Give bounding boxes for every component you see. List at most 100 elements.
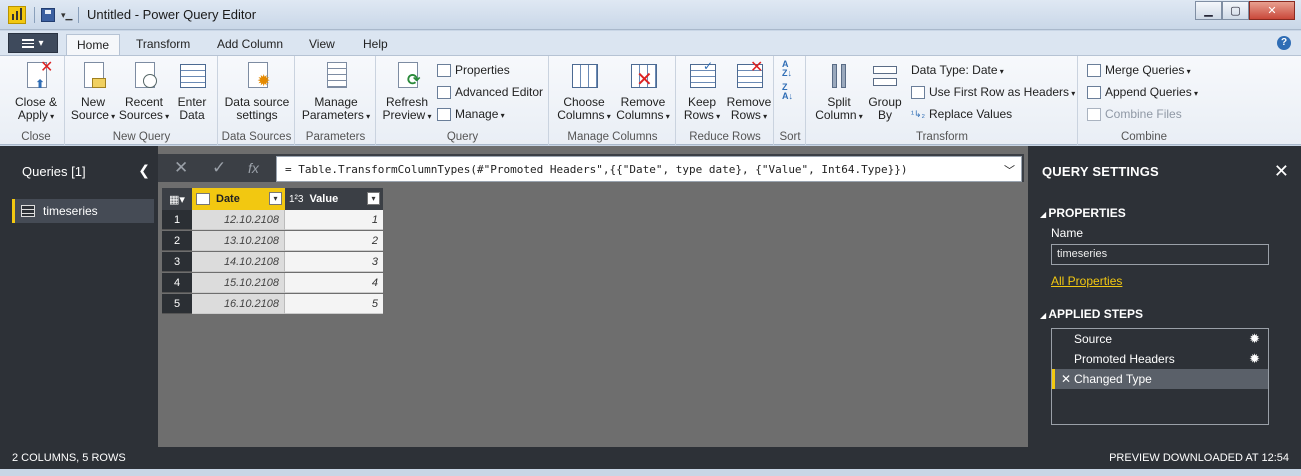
group-label-query: Query [446, 131, 479, 143]
tab-add-column[interactable]: Add Column [207, 34, 293, 55]
column-header-value[interactable]: 1²3 Value ▾ [285, 188, 383, 210]
save-icon[interactable] [41, 8, 55, 22]
applied-steps-list: Source ✹ Promoted Headers ✹ ✕ Changed Ty… [1051, 328, 1269, 425]
name-label: Name [1051, 226, 1084, 240]
new-source-button[interactable]: New Source [70, 60, 116, 123]
step-settings-icon[interactable]: ✹ [1249, 349, 1260, 369]
group-combine: Merge Queries Append Queries Combine Fil… [1079, 56, 1209, 145]
formula-input[interactable]: = Table.TransformColumnTypes(#"Promoted … [276, 156, 1022, 182]
tab-home[interactable]: Home [66, 34, 121, 55]
combine-files-button[interactable]: Combine Files [1087, 105, 1182, 123]
row-number[interactable]: 1 [162, 210, 192, 230]
maximize-icon[interactable]: ▢ [1222, 1, 1249, 20]
cell-date[interactable]: 15.10.2108 [192, 273, 285, 293]
group-by-button[interactable]: Group By [867, 60, 903, 122]
delete-step-icon[interactable]: ✕ [1061, 369, 1071, 389]
cancel-formula-icon[interactable]: ✕ [174, 158, 188, 178]
new-source-icon [78, 60, 108, 92]
close-apply-button[interactable]: ✕ ⬆ Close & Apply [8, 60, 64, 123]
advanced-editor-button[interactable]: Advanced Editor [437, 83, 543, 101]
row-number[interactable]: 5 [162, 294, 192, 314]
manage-parameters-icon [321, 60, 351, 92]
append-queries-button[interactable]: Append Queries [1087, 83, 1198, 101]
remove-rows-button[interactable]: ✕ Remove Rows [725, 60, 773, 123]
remove-columns-button[interactable]: ✕ Remove Columns [614, 60, 672, 123]
properties-icon [437, 63, 451, 77]
group-label-sort: Sort [779, 131, 801, 143]
step-promoted-headers[interactable]: Promoted Headers ✹ [1052, 349, 1268, 369]
calendar-icon [196, 193, 210, 205]
row-number[interactable]: 4 [162, 273, 192, 293]
minimize-icon[interactable]: ▁ [1195, 1, 1222, 20]
cell-date[interactable]: 13.10.2108 [192, 231, 285, 251]
file-menu-button[interactable]: ▾ [8, 33, 58, 53]
close-apply-icon: ✕ ⬆ [21, 60, 53, 92]
data-source-settings-button[interactable]: ✹ Data source settings [221, 60, 293, 122]
group-label-close: Close [21, 131, 51, 143]
column-header-date[interactable]: Date ▾ [192, 188, 285, 210]
close-settings-icon[interactable]: ✕ [1274, 161, 1289, 182]
cell-date[interactable]: 12.10.2108 [192, 210, 285, 230]
recent-sources-button[interactable]: Recent Sources [118, 60, 170, 123]
fx-icon[interactable]: fx [248, 160, 259, 176]
row-number[interactable]: 2 [162, 231, 192, 251]
window-title: Untitled - Power Query Editor [87, 7, 257, 22]
expand-formula-icon[interactable]: ﹀ [1004, 162, 1015, 178]
keep-rows-button[interactable]: ✓ Keep Rows [679, 60, 725, 123]
cell-value[interactable]: 1 [285, 210, 383, 230]
close-window-icon[interactable]: ✕ [1249, 1, 1295, 20]
manage-parameters-button[interactable]: Manage Parameters [298, 60, 374, 123]
step-changed-type[interactable]: ✕ Changed Type [1052, 369, 1268, 389]
manage-query-button[interactable]: Manage [437, 105, 505, 123]
tab-transform[interactable]: Transform [126, 34, 200, 55]
manage-icon [437, 107, 451, 121]
row-number[interactable]: 3 [162, 252, 192, 272]
group-sort: A Z↓ Z A↓ Sort [775, 56, 806, 145]
query-item-timeseries[interactable]: timeseries [12, 199, 154, 223]
column-filter-icon[interactable]: ▾ [367, 192, 380, 205]
step-source[interactable]: Source ✹ [1052, 329, 1268, 349]
replace-values-button[interactable]: ¹↳₂ Replace Values [911, 105, 1012, 123]
step-settings-icon[interactable]: ✹ [1249, 329, 1260, 349]
recent-sources-icon [129, 60, 159, 92]
properties-button[interactable]: Properties [437, 61, 510, 79]
group-label-data-sources: Data Sources [221, 131, 292, 143]
tab-view[interactable]: View [299, 34, 345, 55]
cell-date[interactable]: 16.10.2108 [192, 294, 285, 314]
table-menu-icon[interactable]: ▦▾ [162, 188, 192, 210]
all-properties-link[interactable]: All Properties [1051, 274, 1122, 288]
refresh-preview-button[interactable]: ⟳ Refresh Preview [381, 60, 433, 123]
group-manage-columns: Choose Columns ✕ Remove Columns Manage C… [550, 56, 676, 145]
group-transform: Split Column Group By Data Type: Date Us… [807, 56, 1078, 145]
enter-data-button[interactable]: Enter Data [172, 60, 212, 122]
group-label-transform: Transform [916, 131, 968, 143]
column-filter-icon[interactable]: ▾ [269, 192, 282, 205]
help-icon[interactable]: ? [1277, 36, 1291, 50]
advanced-editor-icon [437, 85, 451, 99]
data-type-dropdown[interactable]: Data Type: Date [911, 61, 1004, 79]
query-name-input[interactable]: timeseries [1051, 244, 1269, 265]
choose-columns-button[interactable]: Choose Columns [556, 60, 612, 123]
split-column-button[interactable]: Split Column [811, 60, 867, 123]
group-reduce-rows: ✓ Keep Rows ✕ Remove Rows Reduce Rows [677, 56, 774, 145]
group-data-sources: ✹ Data source settings Data Sources [219, 56, 295, 145]
sort-ascending-icon[interactable]: A Z↓ [782, 60, 792, 80]
cell-value[interactable]: 3 [285, 252, 383, 272]
confirm-formula-icon[interactable]: ✓ [212, 158, 226, 178]
append-icon [1087, 85, 1101, 99]
table-headers-icon [911, 85, 925, 99]
cell-value[interactable]: 5 [285, 294, 383, 314]
refresh-icon: ⟳ [392, 60, 422, 92]
tab-help[interactable]: Help [353, 34, 398, 55]
sort-descending-icon[interactable]: Z A↓ [782, 83, 793, 103]
use-first-row-headers-button[interactable]: Use First Row as Headers [911, 83, 1075, 101]
group-close: ✕⬆ Close & Apply Close [8, 56, 65, 145]
cell-value[interactable]: 4 [285, 273, 383, 293]
collapse-panel-icon[interactable]: ❮ [138, 162, 150, 179]
qat-dropdown-icon[interactable]: ▾▁ [61, 10, 72, 21]
applied-steps-header: APPLIED STEPS [1040, 307, 1143, 321]
cell-date[interactable]: 14.10.2108 [192, 252, 285, 272]
group-new-query: New Source Recent Sources Enter Data New… [66, 56, 218, 145]
cell-value[interactable]: 2 [285, 231, 383, 251]
merge-queries-button[interactable]: Merge Queries [1087, 61, 1191, 79]
